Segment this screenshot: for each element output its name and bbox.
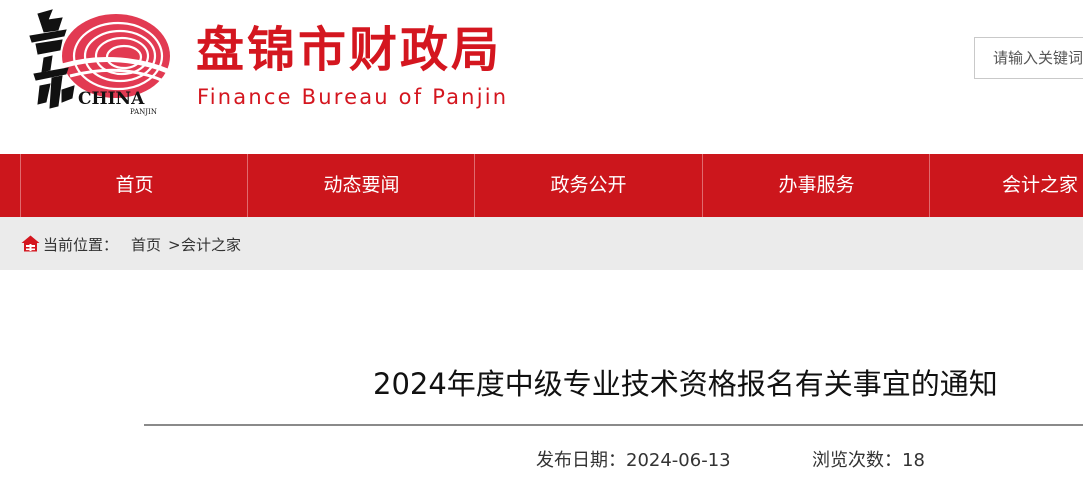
nav-item-news[interactable]: 动态要闻 bbox=[247, 154, 475, 217]
breadcrumb bbox=[0, 217, 1083, 270]
site-title: 盘锦市财政局 bbox=[196, 22, 503, 78]
main-nav: 首页 动态要闻 政务公开 办事服务 会计之家 bbox=[0, 154, 1083, 217]
publish-date-label: 发布日期： bbox=[536, 450, 626, 471]
nav-item-services[interactable]: 办事服务 bbox=[702, 154, 930, 217]
site-header: CHINA PANJIN 盘锦市财政局 Finance Bureau of Pa… bbox=[0, 0, 1083, 154]
publish-date-value: 2024-06-13 bbox=[626, 450, 731, 471]
logo-emblem bbox=[61, 14, 171, 98]
publish-date: 发布日期：2024-06-13 bbox=[536, 449, 731, 473]
svg-text:PANJIN: PANJIN bbox=[130, 108, 157, 116]
home-icon bbox=[21, 235, 40, 252]
site-logo[interactable]: CHINA PANJIN bbox=[22, 6, 172, 118]
page: CHINA PANJIN 盘锦市财政局 Finance Bureau of Pa… bbox=[0, 0, 1083, 489]
site-subtitle: Finance Bureau of Panjin bbox=[197, 85, 509, 109]
view-count-value: 18 bbox=[902, 450, 925, 471]
nav-item-accounting[interactable]: 会计之家 bbox=[929, 154, 1083, 217]
breadcrumb-label: 当前位置： bbox=[43, 236, 119, 254]
title-divider bbox=[144, 424, 1083, 426]
nav-item-gov-affairs[interactable]: 政务公开 bbox=[474, 154, 702, 217]
search-input[interactable] bbox=[975, 38, 1083, 78]
breadcrumb-home-link[interactable]: 首页 bbox=[131, 235, 161, 255]
nav-item-home[interactable]: 首页 bbox=[20, 154, 248, 217]
search-box[interactable] bbox=[974, 37, 1083, 79]
svg-text:CHINA: CHINA bbox=[78, 89, 145, 109]
view-count-label: 浏览次数： bbox=[812, 450, 902, 471]
breadcrumb-separator: > bbox=[168, 236, 181, 254]
article-title: 2024年度中级专业技术资格报名有关事宜的通知 bbox=[373, 367, 998, 401]
breadcrumb-current-link[interactable]: 会计之家 bbox=[181, 235, 241, 255]
view-count: 浏览次数：18 bbox=[812, 449, 925, 473]
